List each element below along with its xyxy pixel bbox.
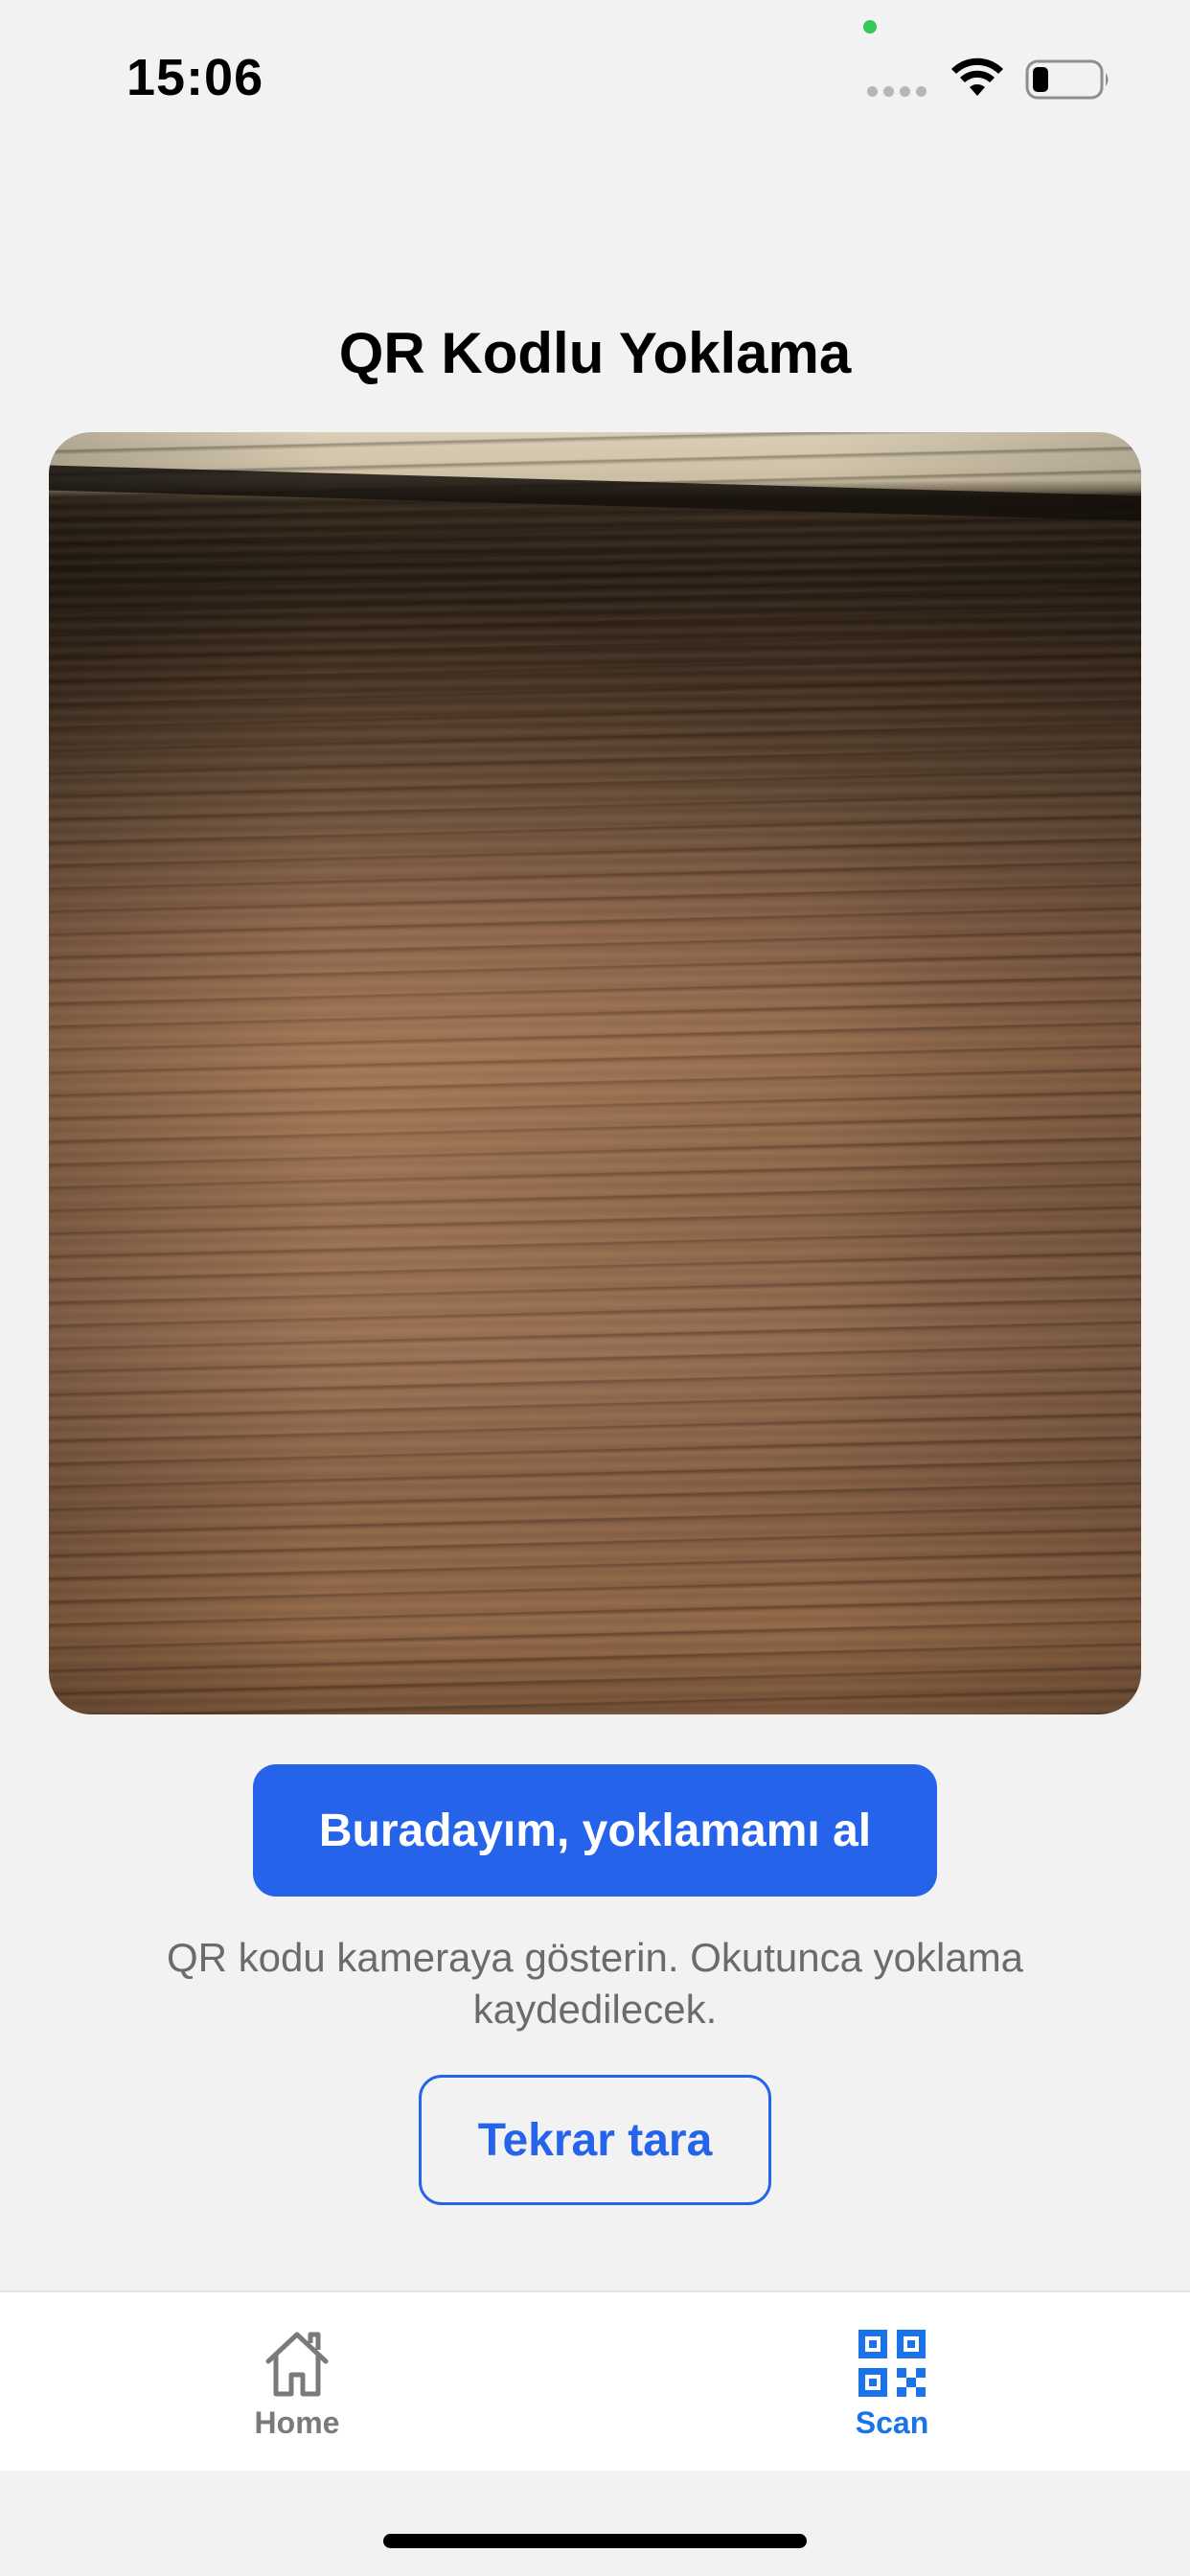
home-indicator[interactable] [383,2534,807,2548]
status-time: 15:06 [126,49,264,106]
status-bar: 15:06 [0,0,1190,144]
scan-hint-text: QR kodu kameraya gösterin. Okutunca yokl… [166,1935,1024,2032]
wifi-icon [951,58,1003,96]
check-in-button[interactable]: Buradayım, yoklamamı al [253,1764,937,1897]
camera-shade [49,432,1141,1714]
privacy-indicator-dot [863,20,877,34]
tab-bar: Home Scan [0,2290,1190,2471]
cellular-signal-icon [867,86,927,97]
tab-scan[interactable]: Scan [777,2327,1007,2441]
tab-scan-label: Scan [855,2405,929,2440]
tab-home[interactable]: Home [182,2327,412,2441]
tab-home-label: Home [254,2405,340,2440]
home-icon [265,2332,329,2397]
rescan-button[interactable]: Tekrar tara [419,2075,771,2205]
camera-preview[interactable] [49,432,1141,1714]
qr-code-icon [858,2330,926,2397]
battery-icon [1025,59,1109,100]
page-title: QR Kodlu Yoklama [338,321,852,385]
